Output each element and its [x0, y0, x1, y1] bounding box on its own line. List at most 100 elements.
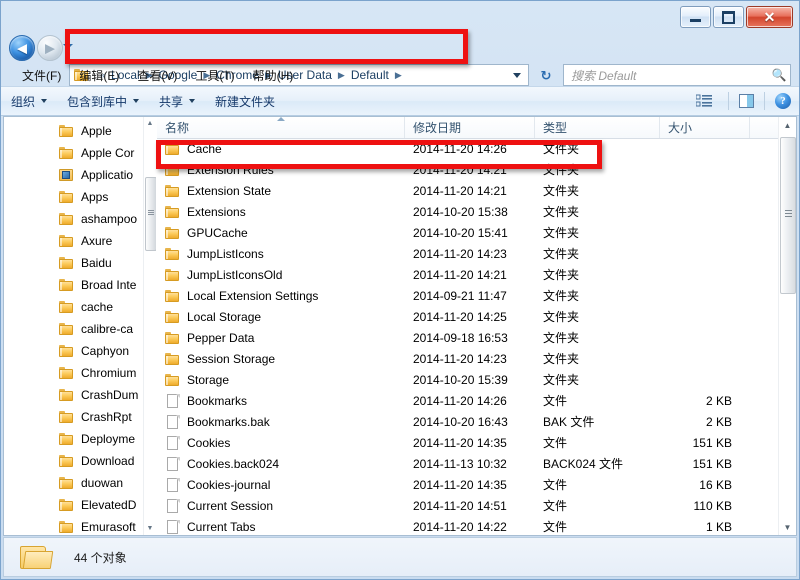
file-list-row[interactable]: Cache 2014-11-20 14:26 文件夹 [157, 138, 779, 159]
file-name-label: Current Tabs [187, 519, 256, 534]
file-list-row[interactable]: Cookies.back024 2014-11-13 10:32 BACK024 文… [157, 453, 779, 474]
navigation-tree: Apple Apple Cor Applicatio Apps ashampoo Axur… [4, 120, 144, 535]
new-folder-label: 新建文件夹 [215, 94, 276, 109]
back-arrow-icon: ◀ [17, 40, 27, 56]
file-type-cell: 文件夹 [543, 142, 580, 156]
preview-pane-icon[interactable] [739, 94, 754, 108]
nav-tree-item[interactable]: calibre-ca [4, 318, 144, 340]
help-icon[interactable]: ? [775, 93, 791, 109]
nav-tree-item[interactable]: cache [4, 296, 144, 318]
file-name-label: GPUCache [187, 225, 248, 240]
column-header-size[interactable]: 大小 [660, 117, 750, 138]
file-size-cell: 151 KB [692, 435, 732, 450]
nav-tree-item-label: Baidu [81, 256, 112, 270]
nav-tree-item[interactable]: Apps [4, 186, 144, 208]
file-date-cell: 2014-11-20 14:21 [413, 183, 507, 198]
file-list-row[interactable]: Current Session 2014-11-20 14:51 文件 110 KB [157, 495, 779, 516]
nav-tree-item[interactable]: Broad Inte [4, 274, 144, 296]
navigation-scrollbar[interactable]: ▲ ▼ [143, 117, 156, 535]
nav-tree-item[interactable]: Apple Cor [4, 142, 144, 164]
menu-item-view[interactable]: 查看(V) [128, 65, 186, 86]
file-name-label: Bookmarks [187, 393, 248, 408]
recent-pages-dropdown-icon[interactable] [63, 44, 73, 49]
nav-tree-item[interactable]: duowan [4, 472, 144, 494]
file-type-cell: 文件夹 [543, 226, 580, 240]
file-list-row[interactable]: Cookies-journal 2014-11-20 14:35 文件 16 KB [157, 474, 779, 495]
column-header-date-modified[interactable]: 修改日期 [405, 117, 535, 138]
nav-tree-item-label: ashampoo [81, 212, 138, 226]
nav-tree-item[interactable]: Chromium [4, 362, 144, 384]
file-date-cell: 2014-10-20 15:39 [413, 372, 508, 387]
nav-tree-item[interactable]: Axure [4, 230, 144, 252]
nav-scroll-up-button[interactable]: ▲ [144, 117, 156, 130]
nav-tree-item[interactable]: ashampoo [4, 208, 144, 230]
status-folder-icon [20, 543, 54, 571]
menu-item-tools[interactable]: 工具(T) [186, 65, 243, 86]
file-list-row[interactable]: Cookies 2014-11-20 14:35 文件 151 KB [157, 432, 779, 453]
folder-icon [165, 205, 181, 219]
file-list-row[interactable]: Local Storage 2014-11-20 14:25 文件夹 [157, 306, 779, 327]
nav-tree-item[interactable]: CrashRpt [4, 406, 144, 428]
forward-button[interactable]: ▶ [37, 35, 63, 61]
new-folder-button[interactable]: 新建文件夹 [205, 89, 285, 114]
file-type-cell: 文件 [543, 499, 568, 513]
file-list-row[interactable]: JumpListIcons 2014-11-20 14:23 文件夹 [157, 243, 779, 264]
file-list-row[interactable]: Extension Rules 2014-11-20 14:21 文件夹 [157, 159, 779, 180]
file-list-row[interactable]: Local Extension Settings 2014-09-21 11:47… [157, 285, 779, 306]
close-button[interactable]: ✕ [746, 6, 793, 28]
toolbar-divider [728, 92, 729, 110]
back-button[interactable]: ◀ [9, 35, 35, 61]
change-view-icon[interactable] [695, 94, 712, 108]
nav-tree-item[interactable]: ElevatedD [4, 494, 144, 516]
include-in-library-button[interactable]: 包含到库中 [57, 89, 149, 114]
maximize-button[interactable] [713, 6, 744, 28]
file-list-scrollbar[interactable]: ▲ ▼ [778, 117, 796, 535]
file-name-cell: Local Extension Settings [157, 289, 405, 303]
file-list-row[interactable]: Bookmarks.bak 2014-10-20 16:43 BAK 文件 2 KB [157, 411, 779, 432]
file-list-row[interactable]: Pepper Data 2014-09-18 16:53 文件夹 [157, 327, 779, 348]
file-date-cell: 2014-09-21 11:47 [413, 288, 507, 303]
list-scroll-down-button[interactable]: ▼ [779, 519, 796, 535]
file-list-row[interactable]: Extensions 2014-10-20 15:38 文件夹 [157, 201, 779, 222]
menu-item-edit[interactable]: 编辑(E) [70, 65, 128, 86]
file-list-row[interactable]: Bookmarks 2014-11-20 14:26 文件 2 KB [157, 390, 779, 411]
toolbar-divider [764, 92, 765, 110]
maximize-icon [722, 10, 735, 24]
file-type-cell: 文件夹 [543, 352, 580, 366]
menu-item-help[interactable]: 帮助(H) [244, 65, 303, 86]
menu-item-file[interactable]: 文件(F) [13, 65, 70, 86]
nav-tree-item[interactable]: Emurasoft [4, 516, 144, 535]
nav-tree-item[interactable]: Apple [4, 120, 144, 142]
nav-scroll-down-button[interactable]: ▼ [144, 522, 156, 535]
file-list-row[interactable]: Storage 2014-10-20 15:39 文件夹 [157, 369, 779, 390]
file-name-label: Session Storage [187, 351, 276, 366]
nav-tree-item[interactable]: Deployme [4, 428, 144, 450]
file-list-row[interactable]: JumpListIconsOld 2014-11-20 14:21 文件夹 [157, 264, 779, 285]
list-scroll-up-button[interactable]: ▲ [779, 117, 796, 133]
share-button[interactable]: 共享 [149, 89, 205, 114]
nav-scroll-thumb[interactable] [145, 177, 156, 251]
nav-tree-item[interactable]: Download [4, 450, 144, 472]
folder-icon [165, 331, 181, 345]
file-size-cell: 1 KB [705, 519, 732, 534]
folder-icon [165, 163, 181, 177]
file-list-row[interactable]: Extension State 2014-11-20 14:21 文件夹 [157, 180, 779, 201]
nav-tree-item[interactable]: Applicatio [4, 164, 144, 186]
column-header-type[interactable]: 类型 [535, 117, 660, 138]
minimize-button[interactable] [680, 6, 711, 28]
file-date-cell: 2014-09-18 16:53 [413, 330, 508, 345]
column-header-name[interactable]: 名称 [157, 117, 405, 138]
file-name-cell: Cache [157, 142, 405, 156]
organize-button[interactable]: 组织 [1, 89, 57, 114]
nav-tree-item[interactable]: Caphyon [4, 340, 144, 362]
file-list-row[interactable]: Current Tabs 2014-11-20 14:22 文件 1 KB [157, 516, 779, 535]
folder-icon [59, 256, 75, 270]
nav-tree-item[interactable]: Baidu [4, 252, 144, 274]
file-type-cell: 文件夹 [543, 331, 580, 345]
list-scroll-thumb[interactable] [780, 137, 796, 294]
file-type-cell: 文件 [543, 520, 568, 534]
nav-tree-item[interactable]: CrashDum [4, 384, 144, 406]
file-list-row[interactable]: Session Storage 2014-11-20 14:23 文件夹 [157, 348, 779, 369]
file-list-row[interactable]: GPUCache 2014-10-20 15:41 文件夹 [157, 222, 779, 243]
folder-icon [165, 289, 181, 303]
